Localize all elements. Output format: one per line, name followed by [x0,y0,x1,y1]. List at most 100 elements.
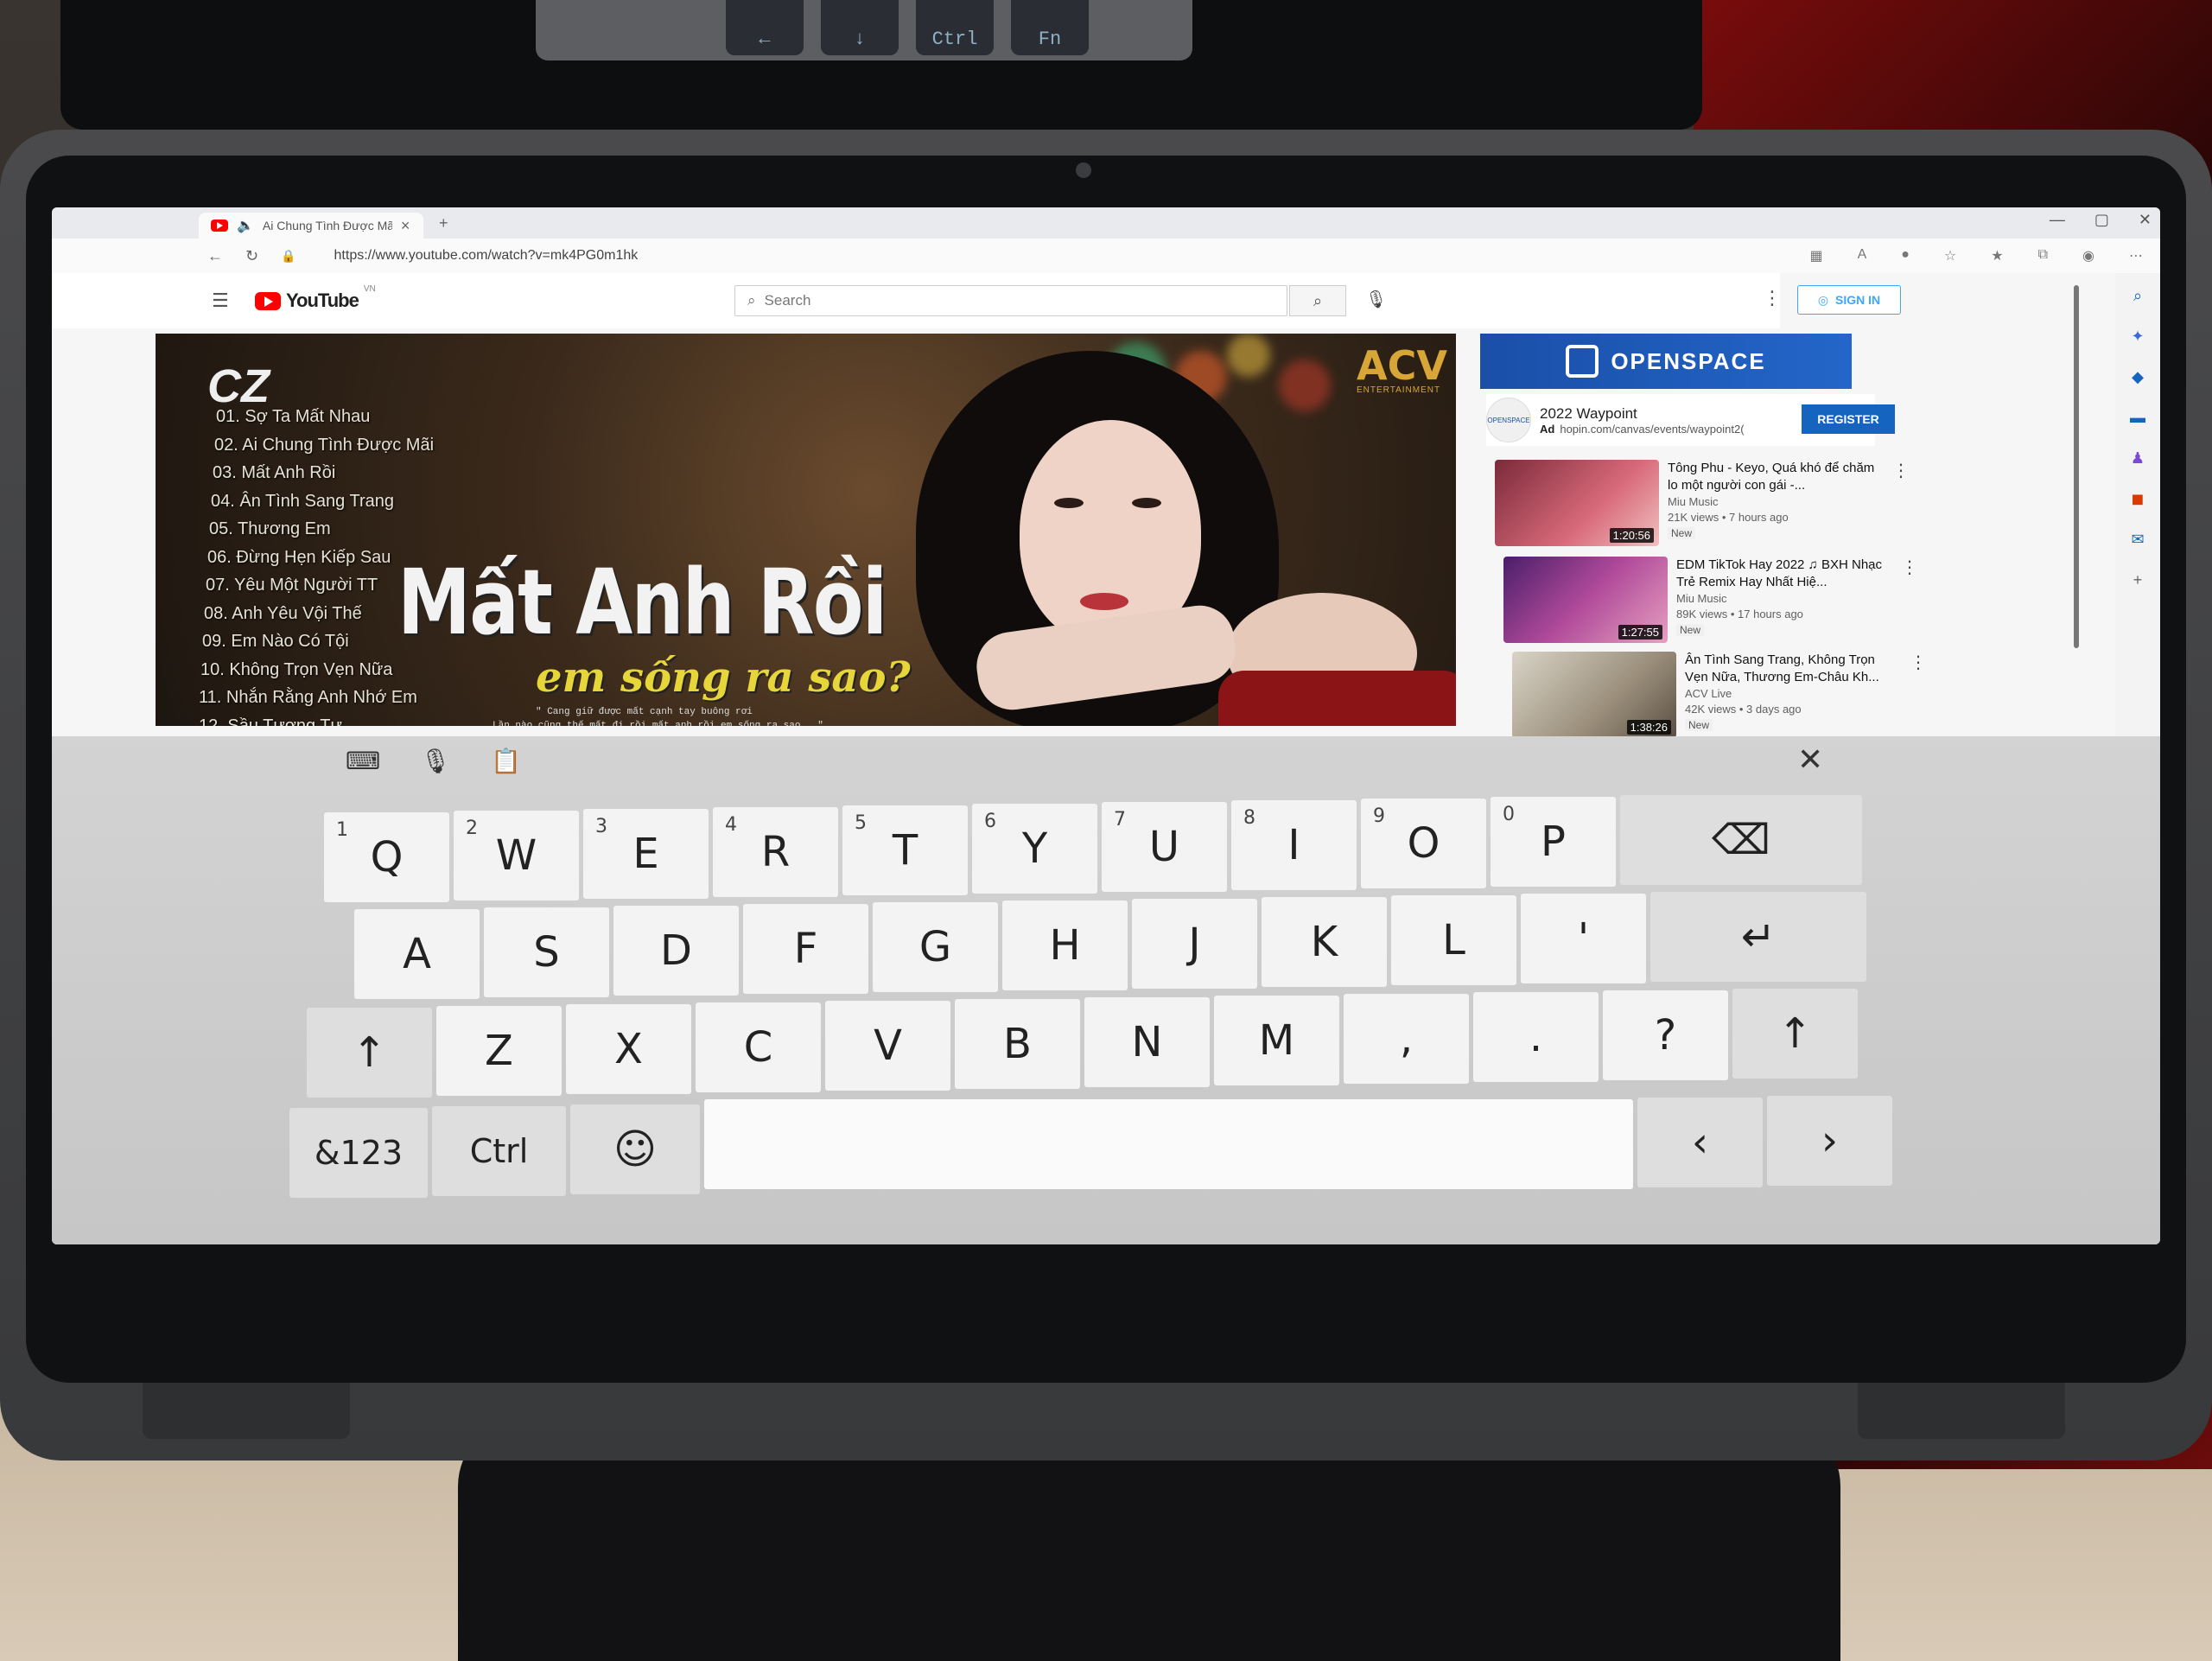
back-icon[interactable]: ← [207,247,223,265]
key-question[interactable]: ? [1603,990,1728,1080]
key-j[interactable]: J [1132,899,1257,989]
video-channel[interactable]: Miu Music [1676,591,1884,607]
sidebar-search-icon[interactable]: ⌕ [2133,287,2142,305]
key-period[interactable]: . [1473,992,1599,1082]
symbols-key[interactable]: &123 [289,1108,428,1198]
key-a[interactable]: A [354,909,480,999]
recommendation-item[interactable]: 1:38:26 Ân Tình Sang Trang, Không Trọn V… [1512,652,1927,738]
shift-right-key[interactable]: ↑ [1732,989,1858,1079]
keyboard-close-button[interactable]: ✕ [1797,741,1823,778]
key-x[interactable]: X [566,1004,691,1094]
minimize-button[interactable]: — [2050,211,2065,229]
sidebar-add-icon[interactable]: + [2133,571,2143,589]
extension-icon[interactable]: ● [1901,247,1910,264]
close-window-button[interactable]: ✕ [2139,211,2152,229]
key-t[interactable]: 5T [842,805,968,895]
tab-close-button[interactable]: × [401,217,410,235]
key-s[interactable]: S [484,907,609,997]
key-g[interactable]: G [873,902,998,992]
key-c[interactable]: C [696,1002,821,1092]
key-f[interactable]: F [743,904,868,994]
key-q[interactable]: 1Q [324,812,449,902]
hamburger-menu-icon[interactable]: ☰ [212,290,246,312]
shift-left-key[interactable]: ↑ [307,1008,432,1098]
search-button[interactable]: ⌕ [1289,285,1346,316]
video-thumbnail[interactable]: 1:27:55 [1503,557,1668,643]
key-h[interactable]: H [1002,901,1128,990]
key-b[interactable]: B [955,999,1080,1089]
sidebar-tools-icon[interactable]: ▬ [2130,409,2145,427]
clipboard-icon[interactable]: 📋 [491,747,521,775]
cursor-left-key[interactable]: ‹ [1637,1098,1763,1187]
recommendation-item[interactable]: 1:27:55 EDM TikTok Hay 2022 ♫ BXH Nhạc T… [1503,557,1918,643]
more-icon[interactable]: ⋯ [2129,247,2143,264]
shift-icon: ↑ [352,1028,387,1077]
new-tab-button[interactable]: + [439,214,448,232]
key-o[interactable]: 9O [1361,799,1486,888]
video-thumbnail[interactable]: 1:38:26 [1512,652,1676,738]
spacebar[interactable] [704,1099,1633,1189]
url-field[interactable]: https://www.youtube.com/watch?v=mk4PG0m1… [334,248,639,264]
key-r[interactable]: 4R [713,807,838,897]
recommendation-item[interactable]: 1:20:56 Tông Phu - Keyo, Quá khó để chăm… [1495,460,1910,546]
tab-youtube[interactable]: 🔈 Ai Chung Tình Được Mãi × [199,213,423,239]
maximize-button[interactable]: ▢ [2094,211,2109,229]
new-badge: New [1685,719,1713,731]
refresh-icon[interactable]: ↻ [245,247,258,265]
key-d[interactable]: D [613,906,739,996]
key-z[interactable]: Z [436,1006,562,1096]
enter-key[interactable]: ↵ [1650,892,1866,982]
favorites-icon[interactable]: ★ [1991,247,2003,264]
video-title[interactable]: EDM TikTok Hay 2022 ♫ BXH Nhạc Trẻ Remix… [1676,557,1884,591]
page-scrollbar[interactable] [2074,285,2079,648]
video-menu-icon[interactable]: ⋮ [1910,652,1927,673]
key-v[interactable]: V [825,1001,950,1091]
key-n[interactable]: N [1084,997,1210,1087]
video-title[interactable]: Tông Phu - Keyo, Quá khó để chăm lo một … [1668,460,1875,494]
key-k[interactable]: K [1262,897,1387,987]
video-menu-icon[interactable]: ⋮ [1892,460,1910,481]
key-label: T [892,826,918,875]
video-channel[interactable]: Miu Music [1668,494,1875,510]
register-button[interactable]: REGISTER [1802,404,1895,434]
key-e[interactable]: 3E [583,809,709,899]
key-label: V [874,1021,902,1070]
search-input[interactable]: ⌕ Search [734,285,1287,316]
voice-search-icon[interactable]: 🎙 [1365,289,1387,310]
key-number: 8 [1243,807,1255,829]
ad-banner[interactable]: OPENSPACE [1480,334,1852,389]
ctrl-key[interactable]: Ctrl [432,1106,566,1196]
sign-in-button[interactable]: ◎ SIGN IN [1797,285,1901,315]
key-u[interactable]: 7U [1102,802,1227,892]
key-apostrophe[interactable]: ' [1521,894,1646,983]
key-y[interactable]: 6Y [972,804,1097,894]
settings-menu-icon[interactable]: ⋮ [1763,287,1782,309]
video-thumbnail[interactable]: 1:20:56 [1495,460,1659,546]
cursor-right-key[interactable]: › [1767,1096,1892,1186]
key-p[interactable]: 0P [1491,797,1616,887]
video-player[interactable]: CZ 01. Sợ Ta Mất Nhau 02. Ai Chung Tình … [156,334,1456,726]
dictation-icon[interactable]: 🎙 [420,747,451,775]
youtube-logo[interactable]: YouTube VN [255,284,376,312]
favorite-add-icon[interactable]: ☆ [1944,247,1956,264]
emoji-key[interactable]: ☺ [570,1104,700,1194]
read-aloud-icon[interactable]: A [1858,247,1867,264]
profile-icon[interactable]: ◉ [2082,247,2094,264]
collections-icon[interactable]: ⧉ [2038,247,2048,264]
sidebar-outlook-icon[interactable]: ✉ [2131,531,2144,549]
sidebar-games-icon[interactable]: ♟ [2131,449,2145,468]
video-channel[interactable]: ACV Live [1685,686,1892,702]
video-title[interactable]: Ân Tình Sang Trang, Không Trọn Vẹn Nữa, … [1685,652,1892,686]
keyboard-settings-icon[interactable]: ⌨ [346,747,380,775]
key-m[interactable]: M [1214,996,1339,1085]
sidebar-discover-icon[interactable]: ✦ [2131,328,2144,346]
video-menu-icon[interactable]: ⋮ [1901,557,1918,578]
key-w[interactable]: 2W [454,811,579,901]
backspace-key[interactable]: ⌫ [1620,795,1862,885]
key-comma[interactable]: , [1344,994,1469,1084]
sidebar-office-icon[interactable]: ◼ [2132,490,2145,508]
sidebar-shopping-icon[interactable]: ◆ [2132,368,2144,386]
key-i[interactable]: 8I [1231,800,1357,890]
key-l[interactable]: L [1391,895,1516,985]
reader-icon[interactable]: ▦ [1809,247,1822,264]
